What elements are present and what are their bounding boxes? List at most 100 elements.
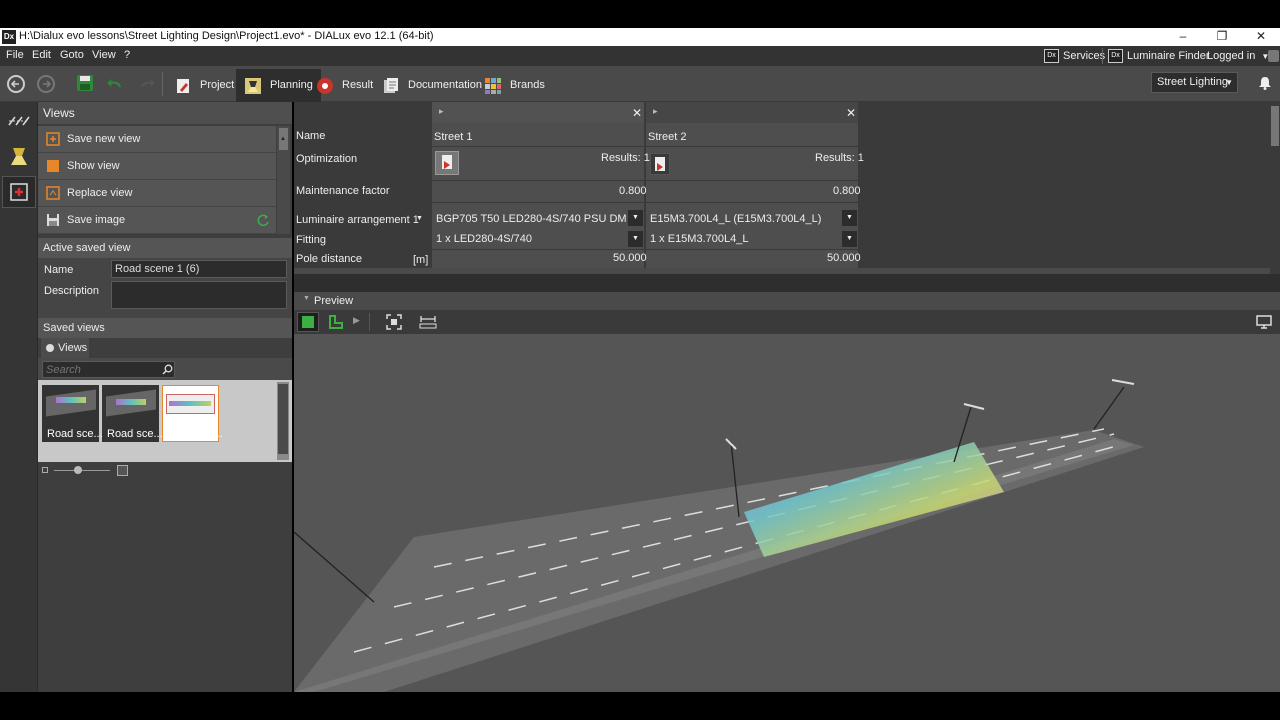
views-tool-icon[interactable] xyxy=(2,176,36,208)
save-new-view-button[interactable]: Save new view xyxy=(38,126,276,153)
zoom-slider[interactable] xyxy=(54,470,110,471)
active-saved-view-header: Active saved view xyxy=(38,238,292,258)
row-label-pole-distance: Pole distance xyxy=(296,253,363,265)
main-toolbar: Project Planning Result Documentation Br… xyxy=(0,66,1280,102)
street-1-pole-distance[interactable]: 50.000 xyxy=(613,252,647,264)
views-panel-title: Views xyxy=(38,102,292,124)
thumbnails-scrollbar[interactable] xyxy=(277,382,289,460)
show-view-icon xyxy=(47,160,59,172)
refresh-icon[interactable] xyxy=(257,214,270,227)
measure-icon[interactable] xyxy=(419,315,437,329)
services-button[interactable]: Dx Services xyxy=(1044,46,1105,66)
mode-select[interactable]: Street Lighting ▼ xyxy=(1151,72,1238,93)
save-image-label: Save image xyxy=(67,214,126,226)
luminaire-finder-button[interactable]: Dx Luminaire Finder xyxy=(1108,46,1210,66)
search-input[interactable] xyxy=(42,361,175,378)
menu-view[interactable]: View xyxy=(92,49,116,61)
description-field[interactable] xyxy=(111,281,287,309)
tab-project[interactable]: Project xyxy=(166,69,242,102)
row-label-arrangement: Luminaire arrangement 1 xyxy=(296,214,419,226)
bell-icon[interactable] xyxy=(1258,76,1272,90)
zoom-extents-icon[interactable] xyxy=(386,314,402,330)
chevron-down-icon: ▼ xyxy=(303,295,310,302)
menu-help[interactable]: ? xyxy=(124,49,130,61)
toolbar-divider xyxy=(369,313,370,331)
pole-distance-unit: [m] xyxy=(413,254,429,266)
save-image-button[interactable]: Save image xyxy=(38,207,276,234)
undo-icon[interactable] xyxy=(106,77,124,89)
project-icon xyxy=(177,78,189,93)
name-field[interactable]: Road scene 1 (6) xyxy=(111,260,287,278)
row-label-name: Name xyxy=(296,130,326,142)
redo-icon[interactable] xyxy=(138,77,156,89)
thumbnail-3-label: Road sce... xyxy=(167,428,223,440)
minimize-button[interactable]: – xyxy=(1163,28,1203,46)
documentation-icon xyxy=(384,77,398,93)
street-2-pole-distance[interactable]: 50.000 xyxy=(827,252,861,264)
monitor-icon[interactable] xyxy=(1256,315,1272,329)
chevron-down-icon[interactable]: ▼ xyxy=(416,215,423,222)
maximize-button[interactable]: ❐ xyxy=(1202,28,1242,46)
luminaire-tool-icon[interactable] xyxy=(2,140,36,172)
row-divider xyxy=(294,180,858,181)
show-view-button[interactable]: Show view xyxy=(38,153,276,180)
search-icon[interactable] xyxy=(162,364,173,375)
menu-file[interactable]: File xyxy=(6,49,24,61)
optimization-icon[interactable] xyxy=(650,153,670,175)
street-1-fitting[interactable]: 1 x LED280-4S/740 xyxy=(436,233,532,245)
save-icon[interactable] xyxy=(77,75,93,91)
close-button[interactable]: ✕ xyxy=(1241,28,1280,46)
expand-icon[interactable]: ▸ xyxy=(439,106,444,117)
measure-tool-icon[interactable] xyxy=(2,104,36,136)
road-3d-scene xyxy=(294,379,1144,692)
row-divider xyxy=(294,146,858,147)
zoom-slider-handle[interactable] xyxy=(74,466,82,474)
description-label: Description xyxy=(44,285,100,297)
tab-views[interactable]: Views xyxy=(41,338,89,358)
expand-icon[interactable]: ▸ xyxy=(653,106,658,117)
grid-vertical-scrollbar[interactable] xyxy=(1270,102,1280,274)
panel-splitter[interactable] xyxy=(294,274,1280,292)
optimization-icon[interactable] xyxy=(435,151,459,175)
views-list-scrollbar[interactable]: ▲ xyxy=(277,126,290,234)
replace-view-label: Replace view xyxy=(67,187,133,199)
menu-overflow-icon[interactable] xyxy=(1268,50,1279,62)
view-menu-arrow-icon[interactable]: ▶ xyxy=(353,315,360,326)
preview-viewport[interactable] xyxy=(294,292,1280,692)
street-2-arrangement[interactable]: E15M3.700L4_L (E15M3.700L4_L) xyxy=(650,213,840,225)
street-1-name[interactable]: Street 1 xyxy=(434,131,473,143)
street-2-maintenance[interactable]: 0.800 xyxy=(833,185,861,197)
street-2-header-strip xyxy=(646,102,858,123)
chevron-down-icon[interactable]: ▼ xyxy=(628,231,643,247)
tab-brands[interactable]: Brands xyxy=(476,69,553,102)
result-icon xyxy=(317,77,333,94)
chevron-down-icon[interactable]: ▼ xyxy=(842,231,857,247)
toolbar-divider xyxy=(162,72,163,96)
chevron-down-icon[interactable]: ▼ xyxy=(842,210,857,226)
3d-view-icon[interactable] xyxy=(297,312,319,332)
tab-project-label: Project xyxy=(200,79,235,91)
street-2-name[interactable]: Street 2 xyxy=(648,131,687,143)
street-1-maintenance[interactable]: 0.800 xyxy=(619,185,647,197)
tab-documentation[interactable]: Documentation xyxy=(374,69,490,102)
menu-goto[interactable]: Goto xyxy=(60,49,84,61)
logged-in-button[interactable]: Logged in ▼ xyxy=(1207,46,1269,66)
street-1-arrangement[interactable]: BGP705 T50 LED280-4S/740 PSU DM13 BL1 F( xyxy=(436,213,626,225)
thumbnail-2-label: Road sce... xyxy=(107,428,163,440)
forward-icon[interactable] xyxy=(37,75,55,93)
left-tool-strip xyxy=(0,102,38,692)
saved-views-header: Saved views xyxy=(38,318,292,338)
save-image-icon xyxy=(47,214,59,226)
chevron-down-icon[interactable]: ▼ xyxy=(628,210,643,226)
close-street-1-icon[interactable]: ✕ xyxy=(632,106,642,120)
floor-plan-icon[interactable] xyxy=(328,314,344,330)
replace-view-button[interactable]: Replace view xyxy=(38,180,276,207)
preview-header[interactable]: ▼ Preview xyxy=(294,292,1280,310)
close-street-2-icon[interactable]: ✕ xyxy=(846,106,856,120)
chevron-down-icon: ▼ xyxy=(1225,78,1233,87)
street-2-fitting[interactable]: 1 x E15M3.700L4_L xyxy=(650,233,748,245)
services-label: Services xyxy=(1063,50,1106,62)
menu-edit[interactable]: Edit xyxy=(32,49,51,61)
tab-result[interactable]: Result xyxy=(308,69,381,102)
back-icon[interactable] xyxy=(7,75,25,93)
